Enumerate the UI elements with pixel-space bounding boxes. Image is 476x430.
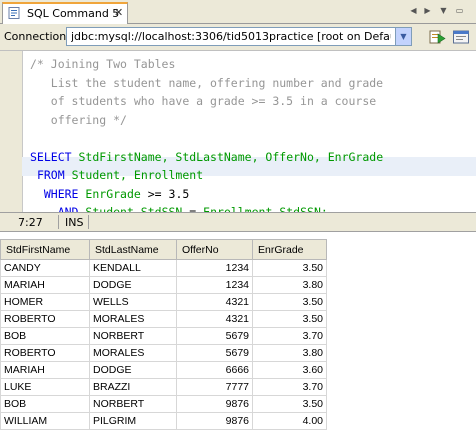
table-row[interactable]: HOMER WELLS 4321 3.50 — [0, 293, 327, 311]
status-divider — [58, 215, 59, 229]
cell-last-name: NORBERT — [89, 395, 177, 413]
cell-last-name: PILGRIM — [89, 412, 177, 430]
cell-last-name: WELLS — [89, 293, 177, 311]
connection-toolbar: Connection: jdbc:mysql://localhost:3306/… — [0, 24, 476, 50]
cell-offer-no: 9876 — [176, 395, 253, 413]
maximize-icon[interactable]: ▭ — [454, 5, 465, 16]
results-panel: StdFirstName StdLastName OfferNo EnrGrad… — [0, 233, 476, 430]
sql-history-icon[interactable] — [452, 28, 470, 46]
cell-offer-no: 5679 — [176, 344, 253, 362]
table-row[interactable]: MARIAH DODGE 6666 3.60 — [0, 361, 327, 379]
cell-offer-no: 1234 — [176, 276, 253, 294]
from-keyword: FROM — [36, 168, 65, 182]
where-condition: >= 3.5 — [147, 186, 190, 201]
cell-first-name: MARIAH — [0, 276, 90, 294]
cell-first-name: ROBERTO — [0, 344, 90, 362]
cell-first-name: MARIAH — [0, 361, 90, 379]
chevron-down-icon[interactable]: ▼ — [395, 28, 411, 45]
tab-label: SQL Command 5 — [27, 7, 120, 20]
cell-first-name: BOB — [0, 327, 90, 345]
cell-offer-no: 5679 — [176, 327, 253, 345]
editor-status-bar: 7:27 INS — [0, 212, 476, 232]
cell-grade: 3.50 — [252, 310, 327, 328]
table-row[interactable]: BOB NORBERT 5679 3.70 — [0, 327, 327, 345]
cell-offer-no: 6666 — [176, 361, 253, 379]
cell-offer-no: 4321 — [176, 293, 253, 311]
column-header-offerno[interactable]: OfferNo — [176, 239, 253, 260]
comment-line: List the student name, offering number a… — [30, 75, 384, 90]
comment-line: offering */ — [30, 112, 127, 127]
table-row[interactable]: MARIAH DODGE 1234 3.80 — [0, 276, 327, 294]
connection-label: Connection: — [4, 30, 70, 43]
scroll-right-icon[interactable]: ▶ — [422, 5, 433, 16]
table-row[interactable]: LUKE BRAZZI 7777 3.70 — [0, 378, 327, 396]
cell-grade: 3.60 — [252, 361, 327, 379]
cell-first-name: CANDY — [0, 259, 90, 277]
cell-last-name: MORALES — [89, 344, 177, 362]
table-row[interactable]: WILLIAM PILGRIM 9876 4.00 — [0, 412, 327, 430]
cell-grade: 3.50 — [252, 293, 327, 311]
cell-offer-no: 1234 — [176, 259, 253, 277]
cell-last-name: MORALES — [89, 310, 177, 328]
cell-last-name: DODGE — [89, 361, 177, 379]
cell-grade: 3.70 — [252, 378, 327, 396]
comment-line: /* Joining Two Tables — [30, 57, 176, 71]
cell-first-name: BOB — [0, 395, 90, 413]
from-tables: Student, Enrollment — [71, 168, 204, 182]
results-table: StdFirstName StdLastName OfferNo EnrGrad… — [0, 239, 327, 430]
status-divider — [88, 215, 89, 229]
tab-list-icon[interactable]: ▼ — [438, 5, 449, 16]
sql-file-icon — [8, 7, 20, 19]
connection-select[interactable]: jdbc:mysql://localhost:3306/tid5013pract… — [66, 27, 412, 46]
cell-offer-no: 7777 — [176, 378, 253, 396]
sql-code[interactable]: /* Joining Two Tables List the student n… — [30, 55, 383, 222]
table-row[interactable]: ROBERTO MORALES 5679 3.80 — [0, 344, 327, 362]
connection-value: jdbc:mysql://localhost:3306/tid5013pract… — [71, 30, 391, 43]
cell-last-name: NORBERT — [89, 327, 177, 345]
comment-line: of students who have a grade >= 3.5 in a… — [30, 94, 377, 108]
editor-tab-bar: SQL Command 5 ✕ ◀ ▶ ▼ ▭ — [0, 0, 476, 24]
insert-mode: INS — [65, 216, 84, 229]
column-header-stdfirstname[interactable]: StdFirstName — [0, 239, 90, 260]
run-sql-icon[interactable] — [428, 28, 446, 46]
cell-grade: 3.50 — [252, 395, 327, 413]
cell-grade: 3.50 — [252, 259, 327, 277]
cell-first-name: ROBERTO — [0, 310, 90, 328]
cell-last-name: BRAZZI — [89, 378, 177, 396]
cell-offer-no: 4321 — [176, 310, 253, 328]
tab-sql-command-5[interactable]: SQL Command 5 ✕ — [2, 2, 128, 24]
cell-grade: 3.70 — [252, 327, 327, 345]
table-row[interactable]: ROBERTO MORALES 4321 3.50 — [0, 310, 327, 328]
select-keyword: SELECT — [30, 149, 72, 164]
sql-editor[interactable]: /* Joining Two Tables List the student n… — [0, 50, 476, 219]
cell-grade: 3.80 — [252, 276, 327, 294]
caret-position: 7:27 — [18, 216, 43, 229]
select-columns: StdFirstName, StdLastName, OfferNo, EnrG… — [78, 149, 384, 164]
cell-first-name: LUKE — [0, 378, 90, 396]
table-row[interactable]: CANDY KENDALL 1234 3.50 — [0, 259, 327, 277]
cell-grade: 4.00 — [252, 412, 327, 430]
cell-offer-no: 9876 — [176, 412, 253, 430]
scroll-left-icon[interactable]: ◀ — [408, 5, 419, 16]
cell-grade: 3.80 — [252, 344, 327, 362]
line-gutter — [0, 51, 23, 213]
table-row[interactable]: BOB NORBERT 9876 3.50 — [0, 395, 327, 413]
cell-last-name: KENDALL — [89, 259, 177, 277]
cell-last-name: DODGE — [89, 276, 177, 294]
column-header-stdlastname[interactable]: StdLastName — [89, 239, 177, 260]
column-header-enrgrade[interactable]: EnrGrade — [252, 239, 327, 260]
where-column: EnrGrade — [85, 186, 141, 201]
cell-first-name: WILLIAM — [0, 412, 90, 430]
close-icon[interactable]: ✕ — [114, 6, 123, 19]
where-keyword: WHERE — [43, 186, 79, 201]
header-row: StdFirstName StdLastName OfferNo EnrGrad… — [0, 239, 327, 260]
cell-first-name: HOMER — [0, 293, 90, 311]
